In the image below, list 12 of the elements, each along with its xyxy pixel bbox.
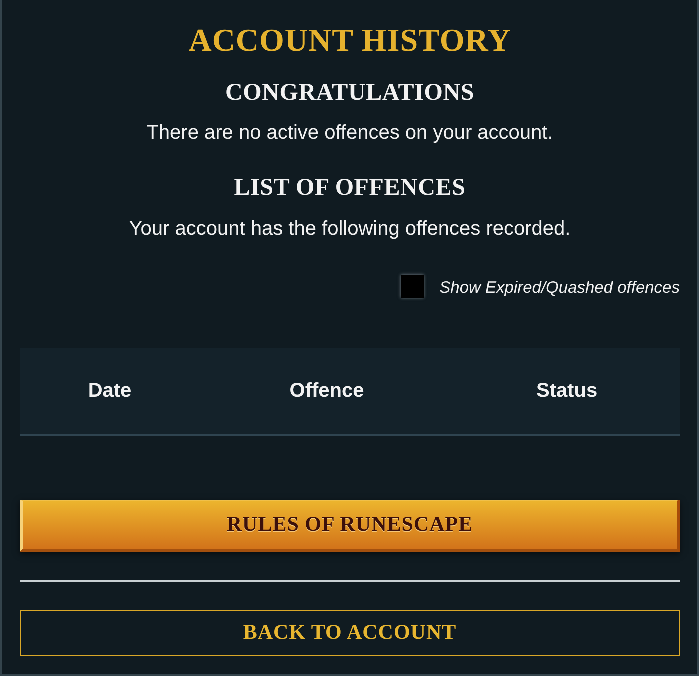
checkbox[interactable] — [400, 274, 424, 298]
back-button[interactable]: BACK TO ACCOUNT — [20, 610, 680, 656]
rules-button[interactable]: RULES OF RUNESCAPE — [20, 500, 680, 552]
info-text: There are no active offences on your account. — [146, 121, 554, 146]
info-text: Your account has the following offences recorded. — [128, 217, 572, 242]
section-heading: LIST OF OFFENCES — [233, 174, 467, 203]
checkbox-label: Show Expired/Quashed offences — [440, 278, 680, 298]
column-header: Offence — [288, 379, 366, 403]
section-heading: CONGRATULATIONS — [224, 79, 476, 108]
page-title: ACCOUNT HISTORY — [188, 21, 512, 60]
column-header: Date — [87, 379, 133, 403]
column-header: Status — [535, 379, 599, 403]
